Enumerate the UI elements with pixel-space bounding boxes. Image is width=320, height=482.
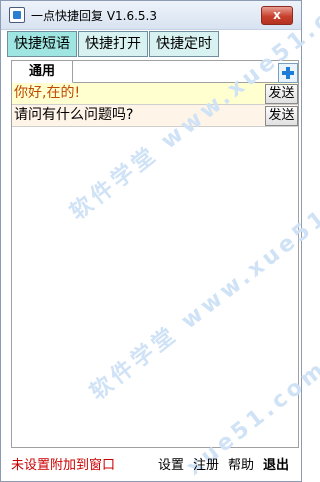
- phrase-row[interactable]: 请问有什么问题吗? 发送: [12, 105, 298, 127]
- exit-link[interactable]: 退出: [263, 454, 289, 473]
- app-icon: [9, 7, 25, 23]
- title-bar[interactable]: 一点快捷回复 V1.6.5.3 x: [1, 1, 301, 30]
- help-link[interactable]: 帮助: [228, 454, 254, 473]
- send-button[interactable]: 发送: [265, 106, 298, 126]
- tab-quick-phrases[interactable]: 快捷短语: [7, 31, 77, 57]
- app-window: 一点快捷回复 V1.6.5.3 x 快捷短语 快捷打开 快捷定时 通用 你好,在…: [0, 0, 320, 482]
- close-button[interactable]: x: [261, 6, 293, 25]
- footer-menu: 设置 注册 帮助 退出: [149, 454, 289, 473]
- send-button[interactable]: 发送: [265, 84, 298, 104]
- tab-quick-timer[interactable]: 快捷定时: [149, 31, 219, 57]
- main-tabs: 快捷短语 快捷打开 快捷定时: [7, 31, 220, 57]
- attach-status[interactable]: 未设置附加到窗口: [11, 454, 115, 473]
- settings-link[interactable]: 设置: [158, 454, 184, 473]
- tab-quick-open[interactable]: 快捷打开: [78, 31, 148, 57]
- subtab-general[interactable]: 通用: [12, 61, 73, 83]
- window-title: 一点快捷回复 V1.6.5.3: [31, 9, 158, 23]
- register-link[interactable]: 注册: [193, 454, 219, 473]
- phrase-text: 请问有什么问题吗?: [14, 107, 134, 123]
- phrase-text: 你好,在的!: [14, 85, 81, 101]
- phrase-panel: 通用 你好,在的! 发送 请问有什么问题吗? 发送 软件学堂 www.xue51…: [11, 0, 320, 481]
